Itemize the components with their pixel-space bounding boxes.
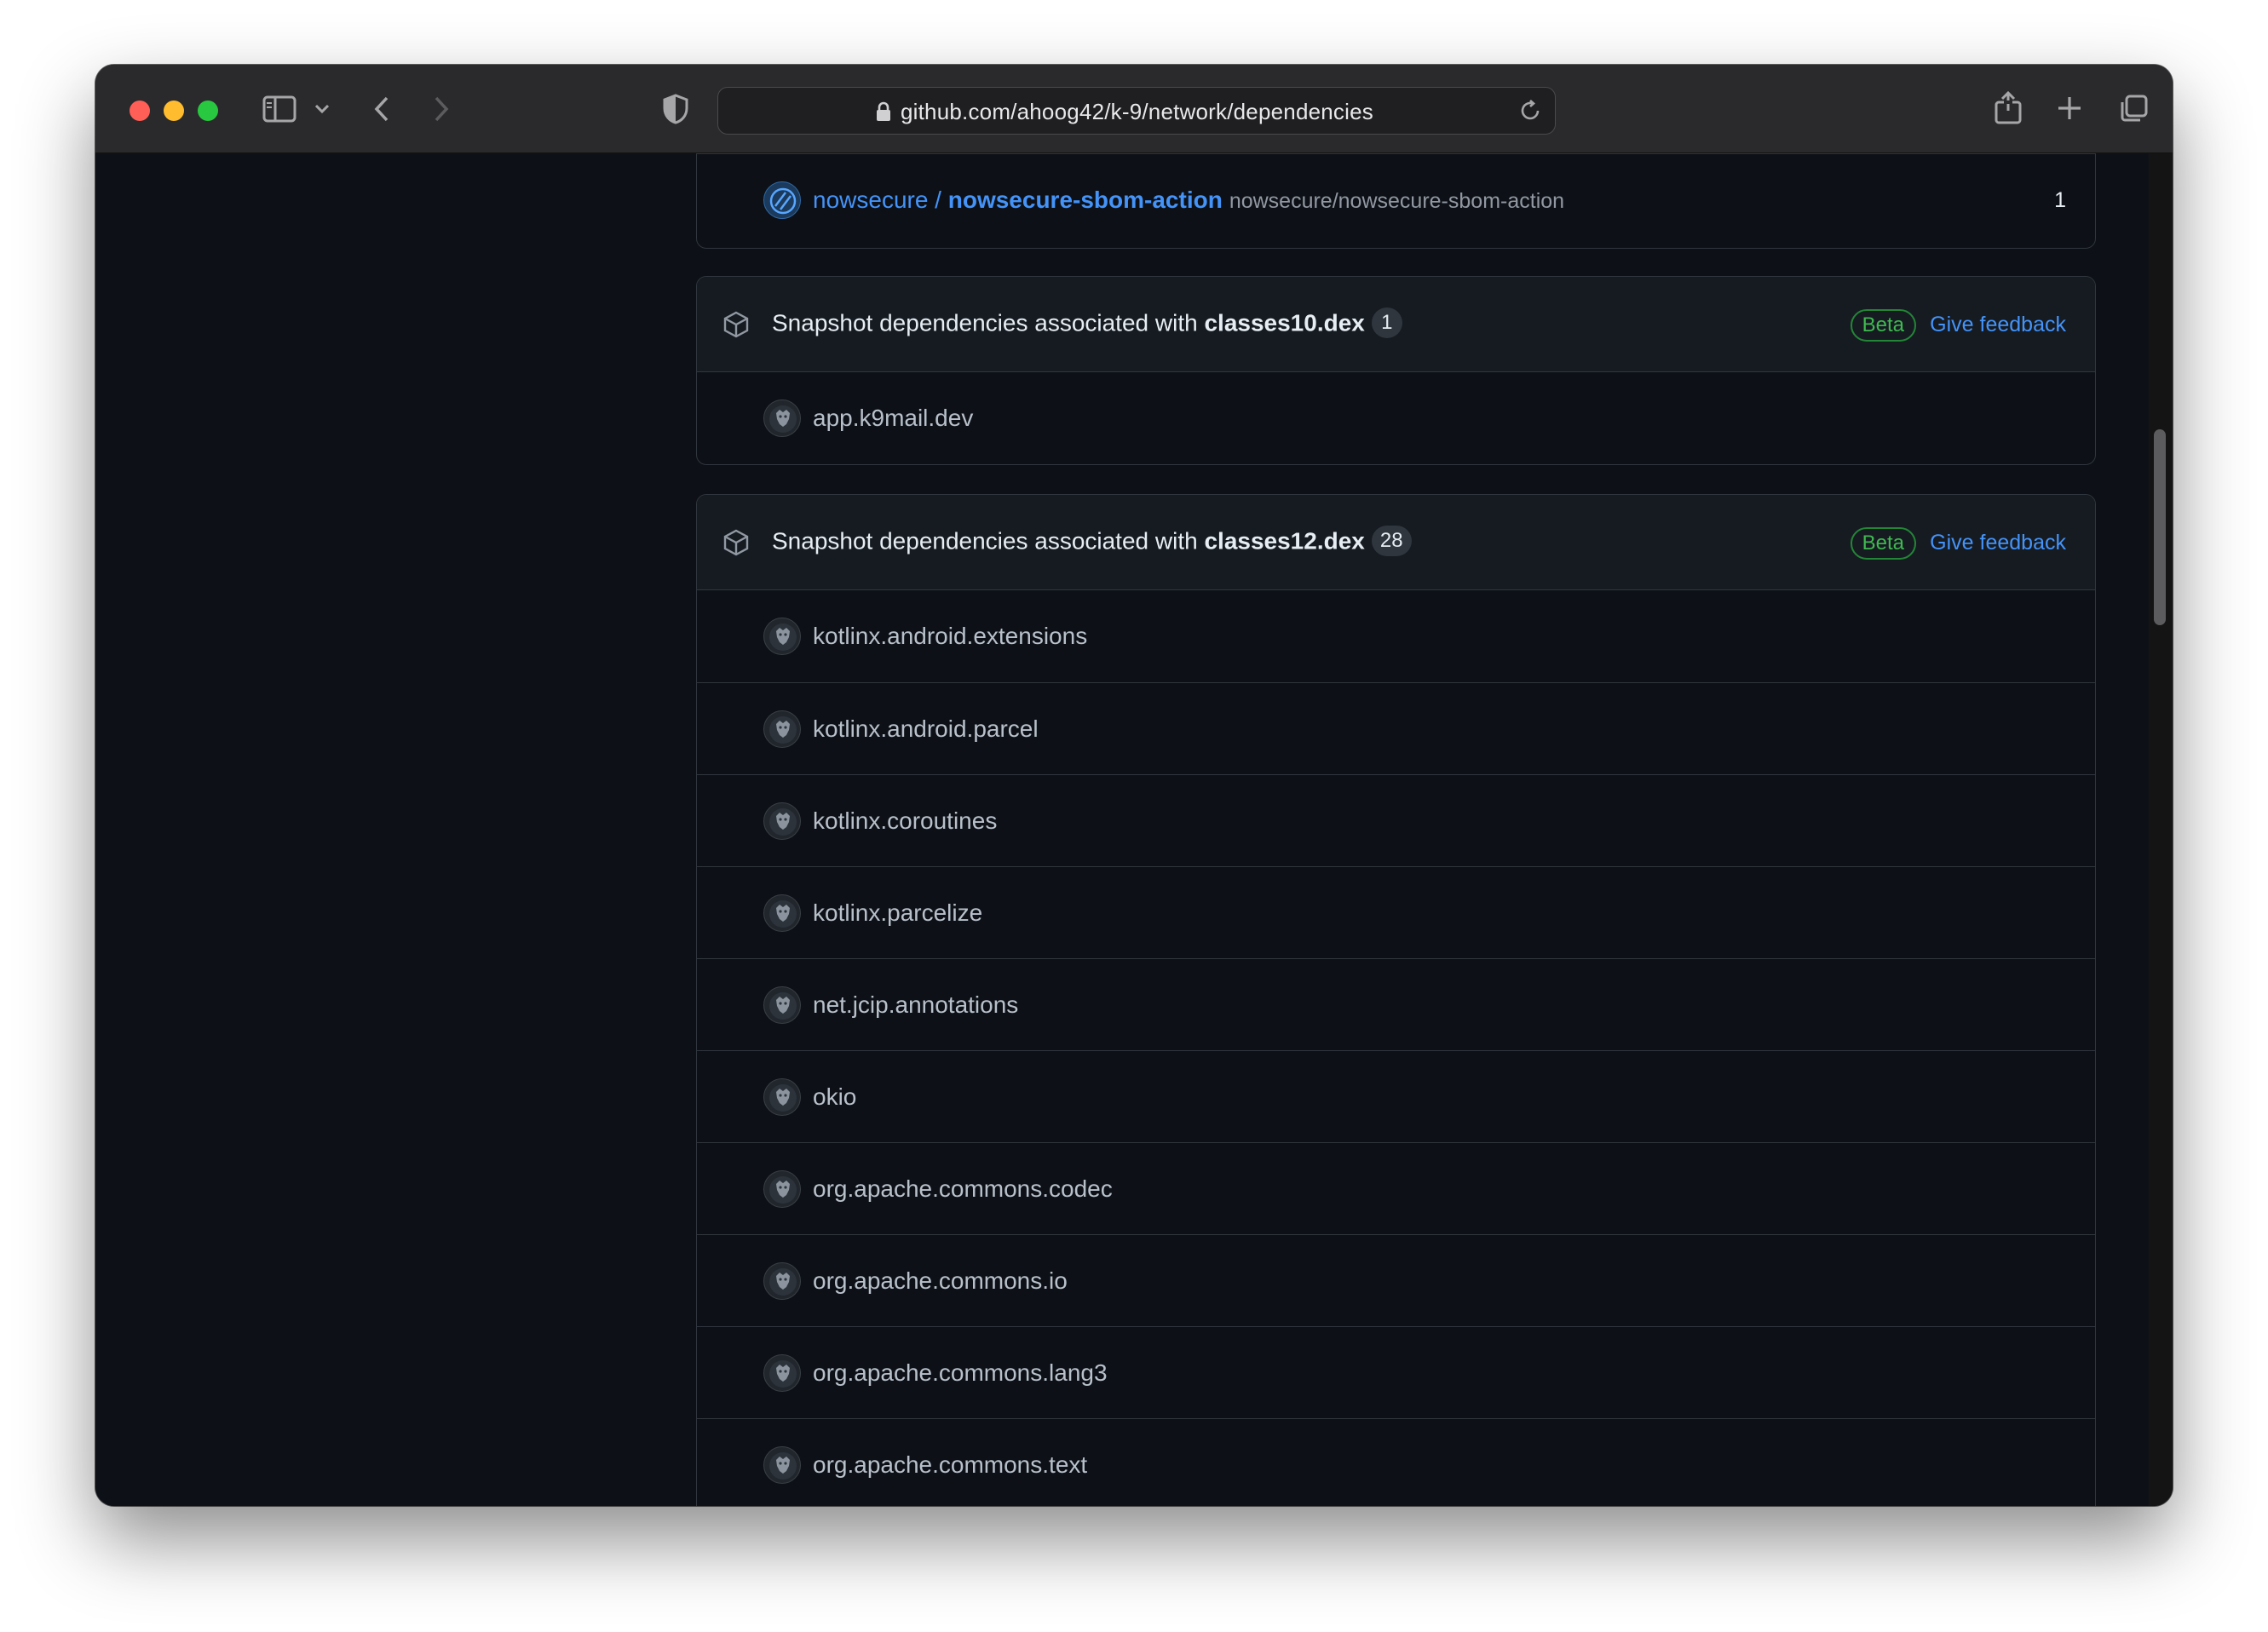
minimize-window-button[interactable]	[164, 101, 184, 121]
repo-owner-link[interactable]: nowsecure	[813, 187, 928, 213]
actions-dependency-box: nowsecure / nowsecure-sbom-action nowsecu…	[696, 153, 2096, 249]
snapshot-group-header: Snapshot dependencies associated with cl…	[697, 277, 2095, 372]
package-avatar-icon	[763, 894, 801, 932]
dependency-row[interactable]: org.apache.commons.lang3	[697, 1326, 2095, 1418]
chevron-down-icon[interactable]	[314, 102, 331, 120]
vertical-scrollbar[interactable]	[2149, 153, 2173, 1506]
snapshot-group-classes12: Snapshot dependencies associated with cl…	[696, 494, 2096, 1506]
package-avatar-icon	[763, 1262, 801, 1300]
dependency-counter: 28	[1371, 526, 1412, 556]
repo-separator: /	[928, 187, 948, 213]
dependency-row[interactable]: kotlinx.android.extensions	[697, 590, 2095, 682]
dependency-name[interactable]: kotlinx.android.parcel	[813, 715, 1039, 743]
close-window-button[interactable]	[130, 101, 150, 121]
package-icon	[722, 311, 750, 342]
package-avatar-icon	[763, 710, 801, 748]
back-arrow-icon[interactable]	[371, 95, 392, 127]
dependency-name[interactable]: org.apache.commons.io	[813, 1267, 1068, 1295]
repo-name-link[interactable]: nowsecure-sbom-action	[948, 187, 1223, 213]
package-avatar-icon	[763, 986, 801, 1024]
scrollbar-thumb[interactable]	[2154, 429, 2166, 625]
zoom-window-button[interactable]	[198, 101, 218, 121]
share-icon[interactable]	[1994, 90, 2023, 129]
dependency-row[interactable]: app.k9mail.dev	[697, 372, 2095, 464]
dependency-list: app.k9mail.dev	[697, 372, 2095, 464]
dependency-list: kotlinx.android.extensions kotlinx.androi…	[697, 590, 2095, 1506]
dependency-name[interactable]: kotlinx.android.extensions	[813, 623, 1087, 650]
dependency-count: 1	[2054, 188, 2066, 212]
dependency-row[interactable]: org.apache.commons.codec	[697, 1142, 2095, 1234]
snapshot-group-header: Snapshot dependencies associated with cl…	[697, 495, 2095, 590]
give-feedback-link[interactable]: Give feedback	[1930, 313, 2066, 337]
browser-window: github.com/ahoog42/k-9/network/dependenc…	[95, 65, 2173, 1506]
privacy-shield-icon[interactable]	[663, 94, 688, 129]
package-avatar-icon	[763, 1078, 801, 1116]
dependency-row[interactable]: kotlinx.coroutines	[697, 774, 2095, 866]
url-text: github.com/ahoog42/k-9/network/dependenc…	[901, 99, 1373, 124]
dependency-counter: 1	[1371, 307, 1402, 338]
dependency-row[interactable]: nowsecure / nowsecure-sbom-action nowsecu…	[697, 154, 2095, 246]
dependency-name[interactable]: kotlinx.coroutines	[813, 807, 997, 835]
dependency-row[interactable]: kotlinx.android.parcel	[697, 682, 2095, 774]
dependency-name[interactable]: net.jcip.annotations	[813, 991, 1018, 1019]
beta-label: Beta	[1850, 527, 1916, 560]
package-avatar-icon	[763, 399, 801, 437]
sidebar-toggle-icon[interactable]	[262, 95, 296, 127]
page-content: nowsecure / nowsecure-sbom-action nowsecu…	[95, 153, 2173, 1506]
dependency-repo[interactable]: nowsecure / nowsecure-sbom-action nowsecu…	[813, 187, 1564, 214]
new-tab-plus-icon[interactable]	[2057, 95, 2082, 125]
package-avatar-icon	[763, 1354, 801, 1392]
snapshot-group-title: Snapshot dependencies associated with cl…	[772, 307, 1402, 340]
snapshot-group-classes10: Snapshot dependencies associated with cl…	[696, 276, 2096, 465]
dependency-name[interactable]: org.apache.commons.text	[813, 1451, 1087, 1479]
address-bar[interactable]: github.com/ahoog42/k-9/network/dependenc…	[717, 87, 1556, 135]
package-avatar-icon	[763, 1446, 801, 1484]
snapshot-file-name: classes10.dex	[1204, 309, 1365, 336]
repo-subtitle: nowsecure/nowsecure-sbom-action	[1229, 189, 1565, 213]
package-avatar-icon	[763, 802, 801, 840]
dependency-name[interactable]: org.apache.commons.lang3	[813, 1359, 1108, 1387]
dependency-row[interactable]: org.apache.commons.text	[697, 1418, 2095, 1506]
lock-icon	[875, 101, 892, 126]
dependency-name[interactable]: okio	[813, 1083, 856, 1111]
dependency-name[interactable]: org.apache.commons.codec	[813, 1175, 1113, 1203]
package-avatar-icon	[763, 618, 801, 655]
dependency-row[interactable]: kotlinx.parcelize	[697, 866, 2095, 958]
dependency-name[interactable]: kotlinx.parcelize	[813, 899, 982, 927]
forward-arrow-icon[interactable]	[431, 95, 452, 127]
snapshot-file-name: classes12.dex	[1204, 527, 1365, 555]
dependency-row[interactable]: net.jcip.annotations	[697, 958, 2095, 1050]
reload-icon[interactable]	[1517, 98, 1543, 128]
tab-overview-icon[interactable]	[2118, 94, 2149, 129]
dependency-row[interactable]: okio	[697, 1050, 2095, 1142]
give-feedback-link[interactable]: Give feedback	[1930, 531, 2066, 555]
snapshot-group-title: Snapshot dependencies associated with cl…	[772, 526, 1412, 558]
package-avatar-icon	[763, 1170, 801, 1208]
browser-toolbar: github.com/ahoog42/k-9/network/dependenc…	[95, 65, 2173, 153]
package-icon	[722, 529, 750, 560]
nowsecure-logo-icon	[763, 181, 801, 219]
dependency-row[interactable]: org.apache.commons.io	[697, 1234, 2095, 1326]
beta-label: Beta	[1850, 309, 1916, 342]
dependency-name[interactable]: app.k9mail.dev	[813, 405, 973, 432]
